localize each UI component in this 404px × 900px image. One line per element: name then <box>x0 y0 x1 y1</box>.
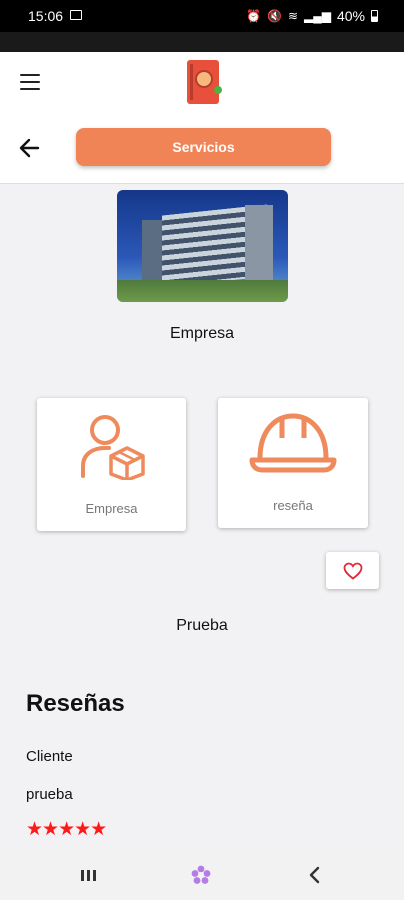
review-card[interactable]: reseña <box>218 398 368 528</box>
review-rating-stars: ★★★★★ <box>26 819 107 840</box>
review-client-name: Cliente <box>26 748 73 765</box>
battery-percent: 40% <box>336 8 365 24</box>
signal-icon: ▂▄▆ <box>304 9 331 23</box>
status-time: 15:06 <box>28 8 64 24</box>
heart-outline-icon <box>343 562 363 580</box>
review-card-label: reseña <box>273 498 313 513</box>
wifi-icon: ≋ <box>287 9 298 23</box>
reviews-title: Reseñas <box>26 690 125 717</box>
hard-hat-icon <box>249 413 337 473</box>
person-package-icon <box>81 415 145 480</box>
status-icons: ⏰ 🔇 ≋ ▂▄▆ 40% <box>246 8 378 24</box>
company-photo <box>117 190 288 302</box>
arrow-left-icon[interactable] <box>16 134 44 162</box>
review-text: prueba <box>26 786 73 803</box>
app-logo-icon <box>187 60 222 104</box>
system-nav-bar <box>0 848 404 900</box>
mute-icon: 🔇 <box>266 9 282 23</box>
recents-icon[interactable] <box>81 870 97 881</box>
image-icon <box>70 10 82 20</box>
back-icon[interactable] <box>308 866 320 884</box>
services-button[interactable]: Servicios <box>76 128 331 166</box>
battery-icon <box>371 10 378 22</box>
company-card-label: Empresa <box>85 501 138 516</box>
company-description: Prueba <box>176 617 228 634</box>
favorite-button[interactable] <box>326 552 379 589</box>
home-icon[interactable] <box>191 865 211 885</box>
hamburger-menu-icon[interactable] <box>20 74 40 90</box>
status-bar: 15:06 ⏰ 🔇 ≋ ▂▄▆ 40% <box>0 0 404 32</box>
company-name: Empresa <box>169 325 235 342</box>
alarm-icon: ⏰ <box>246 9 261 23</box>
status-band <box>0 32 404 52</box>
app-header: Servicios <box>0 52 404 184</box>
company-card[interactable]: Empresa <box>37 398 186 531</box>
